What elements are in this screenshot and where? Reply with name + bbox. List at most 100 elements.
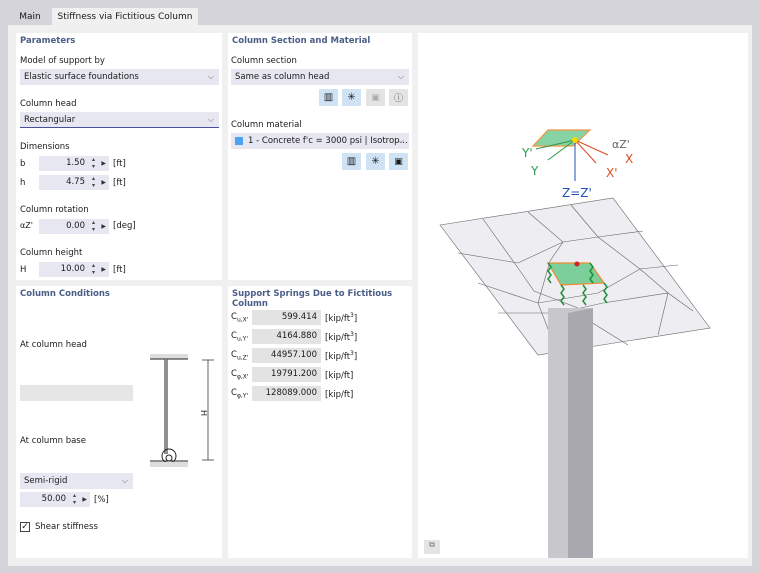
alpha-label: αZ'	[20, 221, 33, 230]
info-button[interactable]: ⓘ	[389, 89, 408, 106]
view-icon: ⧉	[429, 540, 435, 549]
spring-symbol: Cu,Y'	[231, 331, 248, 343]
arrow-right-icon[interactable]: ▶	[101, 175, 106, 190]
new-icon: ✳	[371, 156, 380, 167]
percent-input[interactable]: 50.00 ▴ ▾ ▶	[20, 492, 90, 507]
svg-text:Y': Y'	[521, 146, 533, 160]
foundation-3d-graphic: Y' Y X X' Z=Z' αZ'	[439, 129, 711, 558]
select-value: Rectangular	[24, 115, 76, 125]
chevron-down-icon: ⌵	[397, 72, 404, 81]
select-value: Same as column head	[235, 72, 330, 82]
column-section-label: Column section	[231, 56, 297, 66]
spinner-icon[interactable]: ▴ ▾	[92, 219, 95, 233]
h-label: h	[20, 178, 26, 188]
chevron-down-icon: ⌵	[121, 476, 128, 485]
column-head-condition-label: At column head	[20, 340, 87, 350]
column-section-select[interactable]: Same as column head ⌵	[231, 69, 409, 85]
graphic-panel: Y' Y X X' Z=Z' αZ' ⧉	[418, 33, 748, 558]
spring-symbol: Cu,X'	[231, 312, 249, 324]
shear-stiffness-label: Shear stiffness	[35, 522, 98, 532]
material-color-swatch	[235, 137, 243, 145]
column-head-label: Column head	[20, 99, 77, 109]
arrow-right-icon[interactable]: ▶	[101, 219, 106, 234]
h-input[interactable]: 4.75 ▴ ▾ ▶	[39, 175, 109, 190]
column-height-input[interactable]: 10.00 ▴ ▾ ▶	[39, 262, 109, 277]
spinner-icon[interactable]: ▴ ▾	[92, 156, 95, 170]
spinner-icon[interactable]: ▴ ▾	[73, 492, 76, 506]
svg-text:Z=Z': Z=Z'	[562, 186, 592, 200]
support-springs-panel: Support Springs Due to Fictitious Column…	[228, 286, 412, 558]
column-diagram: H	[150, 354, 214, 467]
edit-material-button[interactable]: ▣	[389, 153, 408, 170]
dimensions-label: Dimensions	[20, 142, 70, 152]
book-icon: ▥	[346, 156, 357, 167]
chevron-down-icon: ⌵	[207, 72, 214, 81]
new-material-button[interactable]: ✳	[366, 153, 385, 170]
H-unit: [ft]	[113, 265, 126, 275]
select-value: 1 - Concrete f'c = 3000 psi | Isotrop...	[248, 136, 408, 146]
column-material-label: Column material	[231, 120, 302, 130]
chevron-down-icon: ⌵	[207, 115, 214, 124]
b-input[interactable]: 1.50 ▴ ▾ ▶	[39, 156, 109, 171]
rotation-label: Column rotation	[20, 205, 89, 215]
select-value: Semi-rigid	[24, 476, 68, 486]
H-label: H	[20, 265, 27, 275]
arrow-right-icon[interactable]: ▶	[101, 156, 106, 171]
model-of-support-select[interactable]: Elastic surface foundations ⌵	[20, 69, 219, 85]
b-unit: [ft]	[113, 159, 126, 169]
view-options-button[interactable]: ⧉	[424, 540, 440, 554]
spring-symbol: Cu,Z'	[231, 350, 249, 362]
rotation-input[interactable]: 0.00 ▴ ▾ ▶	[39, 219, 109, 234]
arrow-right-icon[interactable]: ▶	[101, 262, 106, 277]
percent-unit: [%]	[94, 495, 109, 505]
spring-unit: [kip/ft3]	[325, 331, 358, 343]
spinner-icon[interactable]: ▴ ▾	[92, 262, 95, 276]
h-unit: [ft]	[113, 178, 126, 188]
svg-text:αZ': αZ'	[612, 138, 630, 151]
section-material-panel: Column Section and Material Column secti…	[228, 33, 412, 280]
edit-section-button[interactable]: ▣	[366, 89, 385, 106]
spinner-icon[interactable]: ▴ ▾	[92, 175, 95, 189]
spring-unit: [kip/ft3]	[325, 350, 358, 362]
svg-text:X: X	[625, 152, 633, 166]
library-button[interactable]: ▥	[319, 89, 338, 106]
column-head-condition-field	[20, 385, 133, 401]
rotation-unit: [deg]	[113, 221, 136, 231]
panel-title: Support Springs Due to Fictitious Column	[232, 289, 393, 309]
column-base-condition-label: At column base	[20, 436, 86, 446]
tab-stiffness-fictitious-column[interactable]: Stiffness via Fictitious Column	[52, 8, 198, 26]
spring-unit: [kip/ft]	[325, 370, 354, 381]
base-condition-select[interactable]: Semi-rigid ⌵	[20, 473, 133, 489]
spring-unit: [kip/ft]	[325, 389, 354, 400]
spring-value: 44957.100	[252, 348, 321, 363]
new-section-button[interactable]: ✳	[342, 89, 361, 106]
spring-value: 19791.200	[252, 367, 321, 382]
column-head-select[interactable]: Rectangular ⌵	[20, 112, 219, 128]
panel-title: Parameters	[20, 36, 76, 46]
info-icon: ⓘ	[393, 94, 403, 104]
H-dimension-label: H	[199, 410, 208, 416]
arrow-right-icon[interactable]: ▶	[82, 492, 87, 507]
panel-title: Column Conditions	[20, 289, 110, 299]
panel-title: Column Section and Material	[232, 36, 371, 46]
spring-symbol: Cφ,X'	[231, 369, 249, 381]
tab-main[interactable]: Main	[8, 8, 52, 26]
book-icon: ▥	[323, 92, 334, 103]
chevron-down-icon: ⌵	[397, 136, 404, 145]
spring-symbol: Cφ,Y'	[231, 388, 249, 400]
spring-value: 128089.000	[252, 386, 321, 401]
edit-icon: ▣	[394, 156, 403, 167]
spring-value: 4164.880	[252, 329, 321, 344]
b-label: b	[20, 159, 26, 169]
new-icon: ✳	[347, 92, 356, 103]
column-height-label: Column height	[20, 248, 83, 258]
column-material-select[interactable]: 1 - Concrete f'c = 3000 psi | Isotrop...…	[231, 133, 409, 149]
material-library-button[interactable]: ▥	[342, 153, 361, 170]
column-conditions-panel: Column Conditions At column head At colu…	[16, 286, 222, 558]
svg-text:X': X'	[606, 166, 618, 180]
edit-icon: ▣	[371, 92, 380, 103]
parameters-panel: Parameters Model of support by Elastic s…	[16, 33, 222, 280]
shear-stiffness-checkbox[interactable]: ✓	[20, 522, 30, 532]
model-label: Model of support by	[20, 56, 105, 66]
svg-text:Y: Y	[530, 164, 539, 178]
